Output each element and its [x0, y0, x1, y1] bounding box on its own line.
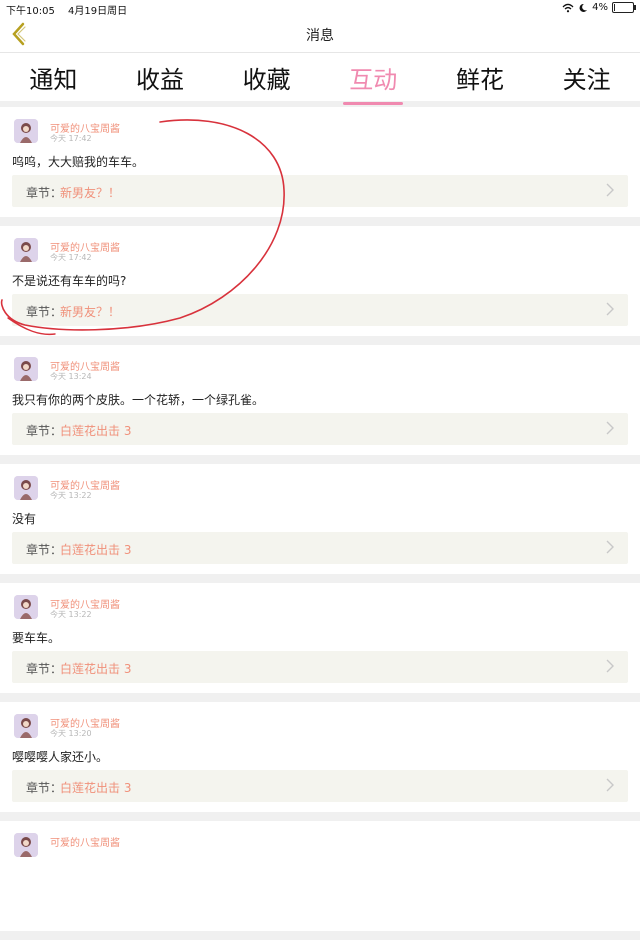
- chevron-right-icon: [606, 540, 614, 554]
- battery-icon: [612, 2, 636, 13]
- message-list: 可爱的八宝周酱 今天 17:42 呜呜，大大赔我的车车。 章节： 新男友？！ 可…: [0, 107, 640, 940]
- timestamp: 今天 17:42: [50, 253, 92, 262]
- chapter-name: 白莲花出击 3: [60, 662, 132, 676]
- message-text: 没有: [12, 512, 37, 526]
- tab-earnings[interactable]: 收益: [130, 60, 190, 95]
- message-text: 嘤嘤嘤人家还小。: [12, 750, 109, 764]
- chapter-label: 章节：: [26, 781, 63, 795]
- chapter-name: 白莲花出击 3: [60, 424, 132, 438]
- tab-flowers[interactable]: 鲜花: [450, 60, 510, 95]
- timestamp: 今天 13:22: [50, 491, 92, 500]
- avatar[interactable]: [14, 238, 38, 262]
- chapter-link[interactable]: 章节： 白莲花出击 3: [12, 413, 628, 445]
- avatar[interactable]: [14, 476, 38, 500]
- avatar[interactable]: [14, 714, 38, 738]
- chapter-name: 新男友？！: [60, 186, 121, 200]
- chapter-link[interactable]: 章节： 白莲花出击 3: [12, 651, 628, 683]
- chevron-right-icon: [606, 778, 614, 792]
- tab-interaction[interactable]: 互动: [343, 60, 404, 105]
- chapter-link[interactable]: 章节： 白莲花出击 3: [12, 532, 628, 564]
- chapter-name: 新男友？！: [60, 305, 121, 319]
- username[interactable]: 可爱的八宝周酱: [50, 834, 120, 849]
- chapter-link[interactable]: 章节： 新男友？！: [12, 175, 628, 207]
- battery-percent: 4%: [592, 2, 608, 13]
- chapter-label: 章节：: [26, 305, 63, 319]
- chapter-link[interactable]: 章节： 新男友？！: [12, 294, 628, 326]
- message-text: 不是说还有车车的吗?: [12, 274, 127, 288]
- chapter-label: 章节：: [26, 662, 63, 676]
- status-bar: 下午10:05 4月19日周日 4%: [0, 0, 640, 17]
- chevron-right-icon: [606, 421, 614, 435]
- tab-bar: 通知 收益 收藏 互动 鲜花 关注: [0, 53, 640, 105]
- chevron-right-icon: [606, 183, 614, 197]
- chapter-label: 章节：: [26, 424, 63, 438]
- timestamp: 今天 13:24: [50, 372, 92, 381]
- page-title: 消息: [306, 28, 334, 44]
- avatar[interactable]: [14, 357, 38, 381]
- avatar[interactable]: [14, 595, 38, 619]
- chapter-label: 章节：: [26, 543, 63, 557]
- message-card[interactable]: 可爱的八宝周酱 今天 13:22 要车车。 章节： 白莲花出击 3: [0, 583, 640, 693]
- timestamp: 今天 13:22: [50, 610, 92, 619]
- chevron-right-icon: [606, 302, 614, 316]
- message-card[interactable]: 可爱的八宝周酱 今天 13:22 没有 章节： 白莲花出击 3: [0, 464, 640, 574]
- message-text: 要车车。: [12, 631, 61, 645]
- message-card[interactable]: 可爱的八宝周酱 今天 13:20 嘤嘤嘤人家还小。 章节： 白莲花出击 3: [0, 702, 640, 812]
- message-card[interactable]: 可爱的八宝周酱 今天 17:42 呜呜，大大赔我的车车。 章节： 新男友？！: [0, 107, 640, 217]
- tab-following[interactable]: 关注: [557, 60, 617, 95]
- timestamp: 今天 13:20: [50, 729, 92, 738]
- wifi-icon: [562, 3, 574, 12]
- tab-notification[interactable]: 通知: [23, 60, 83, 95]
- moon-icon: [579, 3, 588, 12]
- message-card[interactable]: 可爱的八宝周酱 今天 17:42 不是说还有车车的吗? 章节： 新男友？！: [0, 226, 640, 336]
- avatar[interactable]: [14, 833, 38, 857]
- nav-bar: 消息: [0, 16, 640, 53]
- chapter-link[interactable]: 章节： 白莲花出击 3: [12, 770, 628, 802]
- message-card[interactable]: 可爱的八宝周酱: [0, 821, 640, 931]
- message-card[interactable]: 可爱的八宝周酱 今天 13:24 我只有你的两个皮肤。一个花轿，一个绿孔雀。 章…: [0, 345, 640, 455]
- timestamp: 今天 17:42: [50, 134, 92, 143]
- chevron-right-icon: [606, 659, 614, 673]
- message-text: 呜呜，大大赔我的车车。: [12, 155, 145, 169]
- tab-favorites[interactable]: 收藏: [237, 60, 297, 95]
- chapter-name: 白莲花出击 3: [60, 543, 132, 557]
- chapter-label: 章节：: [26, 186, 63, 200]
- chapter-name: 白莲花出击 3: [60, 781, 132, 795]
- message-text: 我只有你的两个皮肤。一个花轿，一个绿孔雀。: [12, 393, 265, 407]
- avatar[interactable]: [14, 119, 38, 143]
